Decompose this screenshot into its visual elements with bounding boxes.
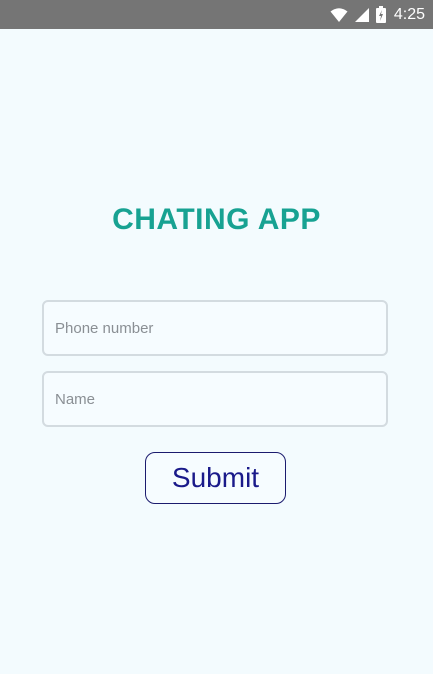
status-time: 4:25: [393, 5, 425, 23]
status-bar: 4:25: [0, 0, 433, 29]
app-title: CHATING APP: [112, 203, 321, 236]
phone-number-input[interactable]: [53, 318, 386, 338]
battery-icon: [375, 6, 386, 23]
signal-icon: [354, 7, 370, 23]
submit-button[interactable]: Submit: [145, 452, 286, 504]
name-input[interactable]: [53, 389, 386, 409]
name-field[interactable]: [42, 371, 388, 427]
wifi-icon: [330, 7, 348, 23]
phone-field[interactable]: [42, 300, 388, 356]
